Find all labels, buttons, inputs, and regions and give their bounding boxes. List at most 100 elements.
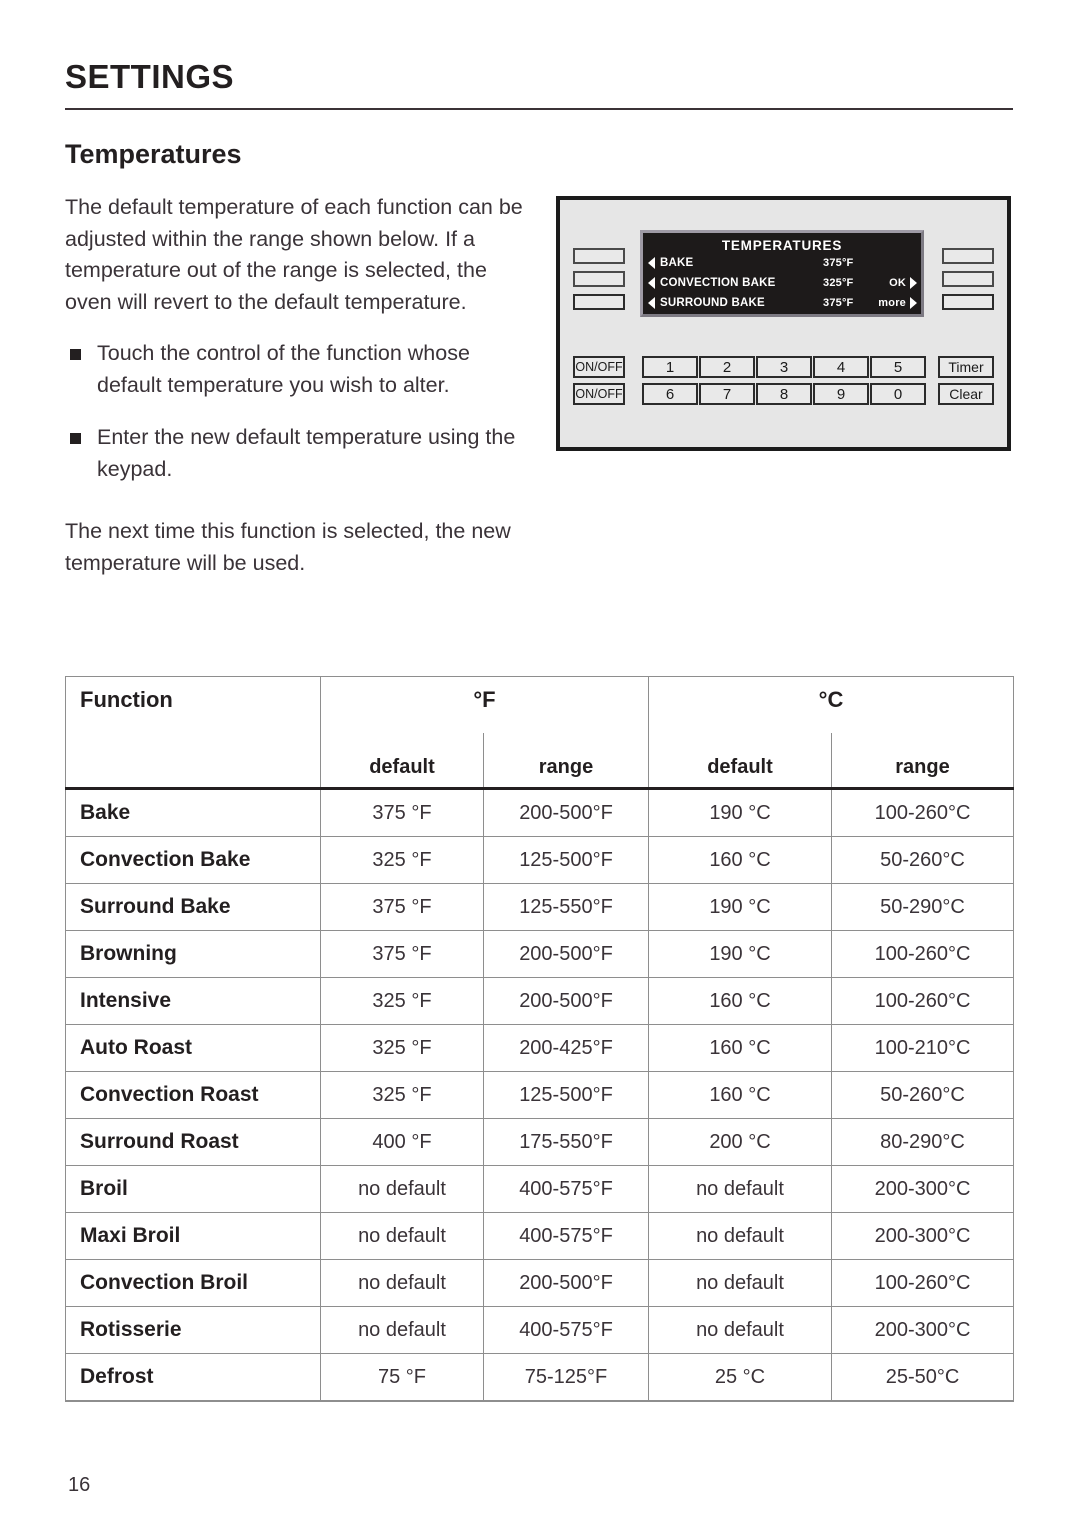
table-row: Intensive 325 °F 200-500°F 160 °C 100-26… (65, 977, 1014, 1025)
right-function-button-1[interactable] (942, 248, 994, 264)
right-function-button-3[interactable] (942, 294, 994, 310)
cell-f-default: 75 °F (320, 1353, 484, 1402)
keypad-button-0[interactable]: 0 (870, 383, 926, 405)
lcd-title: TEMPERATURES (721, 238, 843, 253)
cell-f-range: 200-500°F (483, 977, 649, 1025)
cell-f-default: no default (320, 1259, 484, 1307)
keypad-button-9[interactable]: 9 (813, 383, 869, 405)
cell-c-default: 160 °C (648, 1024, 832, 1072)
cell-c-default: 160 °C (648, 836, 832, 884)
lcd-row-label: CONVECTION BAKE (660, 277, 776, 289)
temperatures-table: Function °F °C default range default ran… (65, 676, 1014, 1402)
cell-function: Convection Roast (65, 1071, 321, 1119)
arrow-left-icon (648, 277, 655, 289)
on-off-button-lower[interactable]: ON/OFF (573, 383, 625, 405)
lcd-row-temperature: 375°F (823, 297, 854, 309)
column-subheader-c-default: default (648, 733, 832, 789)
table-row: Surround Bake 375 °F 125-550°F 190 °C 50… (65, 883, 1014, 931)
arrow-left-icon (648, 257, 655, 269)
keypad-button-1[interactable]: 1 (642, 356, 698, 378)
timer-button[interactable]: Timer (938, 356, 994, 378)
cell-function: Intensive (65, 977, 321, 1025)
on-off-button-upper[interactable]: ON/OFF (573, 356, 625, 378)
cell-c-default: no default (648, 1306, 832, 1354)
keypad-button-6[interactable]: 6 (642, 383, 698, 405)
cell-c-default: 160 °C (648, 977, 832, 1025)
lcd-display: TEMPERATURES BAKE 375°F CONVECTION BAKE … (640, 230, 924, 317)
cell-f-default: 375 °F (320, 787, 484, 837)
cell-f-default: no default (320, 1306, 484, 1354)
list-item: Enter the new default temperature using … (65, 422, 527, 485)
cell-function: Broil (65, 1165, 321, 1213)
arrow-left-icon (648, 297, 655, 309)
oven-control-panel-illustration: TEMPERATURES BAKE 375°F CONVECTION BAKE … (556, 196, 1011, 451)
cell-f-range: 125-500°F (483, 1071, 649, 1119)
cell-f-default: 375 °F (320, 883, 484, 931)
lcd-row-surround-bake[interactable]: SURROUND BAKE 375°F more (643, 293, 921, 313)
lcd-row-temperature: 325°F (823, 277, 854, 289)
cell-function: Convection Broil (65, 1259, 321, 1307)
table-row: Maxi Broil no default 400-575°F no defau… (65, 1212, 1014, 1260)
cell-function: Rotisserie (65, 1306, 321, 1354)
intro-paragraph: The default temperature of each function… (65, 195, 523, 314)
cell-f-range: 400-575°F (483, 1306, 649, 1354)
cell-c-range: 100-260°C (831, 977, 1014, 1025)
right-function-button-2[interactable] (942, 271, 994, 287)
keypad-button-5[interactable]: 5 (870, 356, 926, 378)
keypad-button-3[interactable]: 3 (756, 356, 812, 378)
table-row: Auto Roast 325 °F 200-425°F 160 °C 100-2… (65, 1024, 1014, 1072)
square-bullet-icon (70, 349, 81, 360)
left-function-button-1[interactable] (573, 248, 625, 264)
cell-c-range: 200-300°C (831, 1212, 1014, 1260)
bullet-text: Touch the control of the function whose … (97, 341, 470, 397)
column-subheader-f-range: range (483, 733, 649, 789)
cell-function: Defrost (65, 1353, 321, 1402)
cell-f-default: 325 °F (320, 836, 484, 884)
lcd-row-temperature: 375°F (823, 257, 854, 269)
cell-f-default: no default (320, 1212, 484, 1260)
cell-c-default: 25 °C (648, 1353, 832, 1402)
cell-function: Surround Roast (65, 1118, 321, 1166)
cell-c-range: 25-50°C (831, 1353, 1014, 1402)
arrow-right-icon (910, 277, 917, 289)
column-subheader-f-default: default (320, 733, 484, 789)
page-number: 16 (68, 1474, 91, 1496)
cell-f-range: 175-550°F (483, 1118, 649, 1166)
table-row: Convection Roast 325 °F 125-500°F 160 °C… (65, 1071, 1014, 1119)
table-row: Surround Roast 400 °F 175-550°F 200 °C 8… (65, 1118, 1014, 1166)
lcd-ok-label: OK (889, 277, 906, 289)
cell-c-range: 100-260°C (831, 1259, 1014, 1307)
column-header-celsius: °C (648, 676, 1014, 733)
keypad-button-8[interactable]: 8 (756, 383, 812, 405)
cell-c-range: 100-260°C (831, 787, 1014, 837)
keypad-button-2[interactable]: 2 (699, 356, 755, 378)
table-header-row-units: Function °F °C (65, 676, 1014, 789)
keypad-button-4[interactable]: 4 (813, 356, 869, 378)
table-row: Convection Bake 325 °F 125-500°F 160 °C … (65, 836, 1014, 884)
cell-c-range: 200-300°C (831, 1165, 1014, 1213)
column-header-function: Function (65, 676, 321, 789)
square-bullet-icon (70, 433, 81, 444)
clear-button[interactable]: Clear (938, 383, 994, 405)
left-function-button-3[interactable] (573, 294, 625, 310)
cell-f-range: 125-500°F (483, 836, 649, 884)
lcd-row-bake[interactable]: BAKE 375°F (643, 253, 921, 273)
table-row: Bake 375 °F 200-500°F 190 °C 100-260°C (65, 787, 1014, 837)
keypad-button-7[interactable]: 7 (699, 383, 755, 405)
text-column: The default temperature of each function… (65, 192, 527, 579)
cell-c-range: 100-210°C (831, 1024, 1014, 1072)
table-row: Browning 375 °F 200-500°F 190 °C 100-260… (65, 930, 1014, 978)
cell-function: Browning (65, 930, 321, 978)
cell-c-default: 190 °C (648, 930, 832, 978)
lcd-row-action-group[interactable]: more (869, 297, 921, 309)
cell-c-default: 190 °C (648, 787, 832, 837)
cell-c-default: 190 °C (648, 883, 832, 931)
lcd-row-convection-bake[interactable]: CONVECTION BAKE 325°F OK (643, 273, 921, 293)
cell-f-range: 75-125°F (483, 1353, 649, 1402)
title-divider (65, 108, 1013, 110)
table-row: Rotisserie no default 400-575°F no defau… (65, 1306, 1014, 1354)
lcd-row-action-group[interactable]: OK (869, 277, 921, 289)
left-function-button-2[interactable] (573, 271, 625, 287)
cell-f-range: 125-550°F (483, 883, 649, 931)
section-heading: Temperatures (65, 139, 242, 169)
